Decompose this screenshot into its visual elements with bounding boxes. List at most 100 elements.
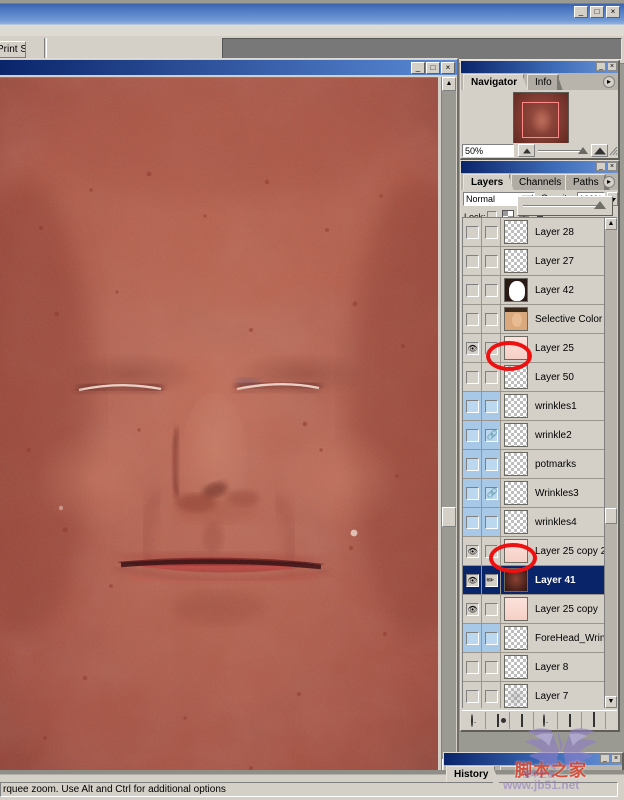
layer-visibility-toggle[interactable] — [463, 392, 482, 420]
layer-link-toggle[interactable] — [482, 450, 501, 478]
layer-thumbnail-cell[interactable] — [501, 510, 531, 534]
layer-link-toggle[interactable] — [482, 334, 501, 362]
layer-link-toggle[interactable] — [482, 508, 501, 536]
layer-visibility-toggle[interactable]: 👁 — [463, 595, 482, 623]
eye-icon[interactable] — [465, 631, 479, 645]
layer-thumbnail-cell[interactable] — [501, 220, 531, 244]
layer-visibility-toggle[interactable] — [463, 479, 482, 507]
layer-style-button[interactable]: . — [462, 711, 486, 729]
layer-link-toggle[interactable] — [482, 363, 501, 391]
layer-visibility-toggle[interactable] — [463, 305, 482, 333]
layer-thumbnail-cell[interactable] — [501, 539, 531, 563]
layer-thumbnail-cell[interactable] — [501, 336, 531, 360]
doc-minimize-button[interactable]: _ — [411, 62, 425, 74]
link-icon[interactable] — [484, 689, 498, 703]
layer-visibility-toggle[interactable] — [463, 421, 482, 449]
layer-row[interactable]: Layer 50 — [463, 363, 604, 392]
layer-visibility-toggle[interactable] — [463, 624, 482, 652]
layer-row[interactable]: 👁 Layer 25 copy 2 — [463, 537, 604, 566]
layer-thumbnail-cell[interactable] — [501, 626, 531, 650]
eye-icon[interactable]: 👁 — [465, 544, 479, 558]
eye-icon[interactable] — [465, 660, 479, 674]
link-icon[interactable] — [484, 602, 498, 616]
link-icon[interactable] — [484, 457, 498, 471]
layer-name[interactable]: Layer 50 — [531, 372, 604, 383]
layer-visibility-toggle[interactable]: 👁 — [463, 566, 482, 594]
layer-thumbnail-cell[interactable] — [501, 655, 531, 679]
eye-icon[interactable]: 👁 — [465, 573, 479, 587]
layer-name[interactable]: Layer 25 — [531, 343, 604, 354]
link-icon[interactable] — [484, 370, 498, 384]
layers-window-controls[interactable]: _ × — [596, 162, 617, 171]
add-mask-button[interactable] — [486, 711, 510, 729]
layer-thumbnail-cell[interactable] — [501, 278, 531, 302]
scroll-track[interactable] — [442, 91, 456, 759]
layer-thumbnail-cell[interactable] — [501, 423, 531, 447]
navigator-minimize-button[interactable]: _ — [596, 62, 606, 71]
layer-thumbnail[interactable] — [504, 365, 528, 389]
link-icon[interactable] — [484, 225, 498, 239]
layer-visibility-toggle[interactable] — [463, 653, 482, 681]
zoom-in-triangle-icon[interactable] — [591, 144, 608, 157]
layers-titlebar[interactable]: _ × — [461, 161, 618, 173]
application-window-controls[interactable]: _ □ × — [574, 6, 620, 18]
delete-layer-button[interactable] — [582, 711, 606, 729]
layer-link-toggle[interactable]: 🔗 — [482, 421, 501, 449]
layer-row[interactable]: 👁 Layer 25 — [463, 334, 604, 363]
link-icon[interactable]: ✏ — [484, 573, 498, 587]
layer-thumbnail[interactable] — [504, 684, 528, 708]
tab-layers[interactable]: Layers — [463, 174, 515, 191]
zoom-percent-input[interactable]: 50% — [462, 144, 514, 157]
layer-row[interactable]: potmarks — [463, 450, 604, 479]
layer-row[interactable]: wrinkles1 — [463, 392, 604, 421]
layer-thumbnail-cell[interactable] — [501, 307, 531, 331]
layer-name[interactable]: Layer 28 — [531, 227, 604, 238]
layer-name[interactable]: Layer 25 copy — [531, 604, 604, 615]
eye-icon[interactable] — [465, 515, 479, 529]
layer-link-toggle[interactable]: 🔗 — [482, 479, 501, 507]
layer-thumbnail-cell[interactable] — [501, 452, 531, 476]
document-window-controls[interactable]: _ □ × — [411, 62, 455, 74]
layer-visibility-toggle[interactable] — [463, 682, 482, 708]
tab-history[interactable]: History — [446, 766, 500, 783]
layer-link-toggle[interactable] — [482, 276, 501, 304]
link-icon[interactable] — [484, 631, 498, 645]
layer-name[interactable]: ForeHead_Wrinkle... — [531, 633, 604, 644]
layer-name[interactable]: Wrinkles3 — [531, 488, 604, 499]
eye-icon[interactable] — [465, 428, 479, 442]
layer-name[interactable]: Layer 42 — [531, 285, 604, 296]
document-vertical-scrollbar[interactable]: ▲ ▼ — [441, 77, 456, 773]
navigator-resize-grip[interactable] — [608, 144, 618, 157]
layer-link-toggle[interactable] — [482, 392, 501, 420]
layer-thumbnail[interactable] — [504, 278, 528, 302]
scroll-up-button[interactable]: ▲ — [442, 77, 456, 91]
new-group-button[interactable] — [510, 711, 534, 729]
layer-thumbnail[interactable] — [504, 655, 528, 679]
layer-link-toggle[interactable] — [482, 305, 501, 333]
zoom-out-triangle-icon[interactable] — [518, 144, 535, 157]
zoom-slider-knob[interactable] — [578, 147, 588, 154]
layers-toolbar[interactable]: .. — [462, 710, 617, 729]
layers-tabs[interactable]: Layers Channels Paths ▸ — [461, 173, 618, 191]
tab-channels[interactable]: Channels — [511, 174, 573, 191]
navigator-close-button[interactable]: × — [607, 62, 617, 71]
link-icon[interactable] — [484, 341, 498, 355]
layer-thumbnail[interactable] — [504, 597, 528, 621]
layer-name[interactable]: Layer 8 — [531, 662, 604, 673]
layer-row[interactable]: wrinkles4 — [463, 508, 604, 537]
doc-restore-button[interactable]: □ — [426, 62, 440, 74]
document-canvas[interactable] — [0, 77, 438, 773]
layer-row[interactable]: Layer 42 — [463, 276, 604, 305]
layer-name[interactable]: Layer 25 copy 2 — [531, 546, 604, 557]
layer-thumbnail-cell[interactable] — [501, 481, 531, 505]
navigator-titlebar[interactable]: _ × — [461, 61, 618, 73]
layer-visibility-toggle[interactable] — [463, 276, 482, 304]
layer-thumbnail-cell[interactable] — [501, 568, 531, 592]
eye-icon[interactable] — [465, 457, 479, 471]
layer-name[interactable]: Layer 41 — [531, 575, 604, 586]
adjustment-layer-button[interactable]: . — [534, 711, 558, 729]
link-icon[interactable]: 🔗 — [484, 428, 498, 442]
link-icon[interactable] — [484, 399, 498, 413]
layer-name[interactable]: wrinkles1 — [531, 401, 604, 412]
layer-row[interactable]: Layer 28 — [463, 218, 604, 247]
